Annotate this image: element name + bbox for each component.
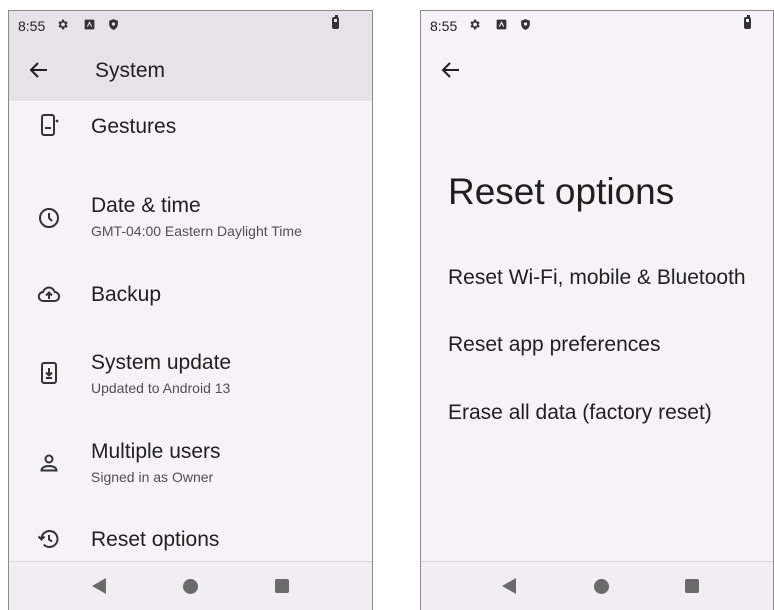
clock-icon — [39, 208, 59, 228]
list-item-multiple-users[interactable]: Multiple users Signed in as Owner — [9, 421, 372, 509]
list-item-title: Backup — [91, 283, 162, 306]
person-icon — [40, 454, 58, 472]
status-time: 8:55 — [18, 18, 46, 34]
nav-recents-button[interactable] — [275, 579, 289, 593]
list-item-subtitle: Signed in as Owner — [91, 469, 214, 485]
settings-gear-icon — [470, 19, 480, 30]
nav-back-button[interactable] — [502, 578, 516, 594]
nav-back-button[interactable] — [92, 578, 106, 594]
nav-home-button[interactable] — [594, 579, 609, 594]
status-bar: 8:55 — [9, 11, 372, 41]
battery-icon — [744, 15, 751, 29]
history-icon — [37, 530, 59, 548]
list-item-title: Reset options — [91, 528, 220, 551]
app-notification-icon — [496, 19, 507, 30]
list-item-subtitle: GMT-04:00 Eastern Daylight Time — [91, 223, 302, 239]
phone-gesture-icon — [41, 114, 59, 136]
reset-app-preferences-option[interactable]: Reset app preferences — [448, 333, 660, 357]
app-bar — [421, 41, 773, 101]
nav-home-button[interactable] — [183, 579, 198, 594]
system-update-icon — [41, 362, 57, 384]
list-item-gestures[interactable]: Gestures — [9, 101, 372, 171]
settings-gear-icon — [58, 19, 68, 30]
app-notification-icon — [84, 19, 95, 30]
list-item-date-time[interactable]: Date & time GMT-04:00 Eastern Daylight T… — [9, 171, 372, 261]
navigation-bar — [9, 561, 372, 610]
list-item-subtitle: Updated to Android 13 — [91, 380, 231, 396]
back-arrow-icon[interactable] — [27, 58, 51, 82]
cloud-upload-icon — [37, 286, 61, 303]
page-title: System — [95, 59, 166, 82]
battery-icon — [332, 15, 339, 29]
shield-icon — [521, 19, 530, 30]
status-time: 8:55 — [430, 18, 458, 34]
reset-options-screen: 8:55 Reset options Reset Wi-Fi, mobile &… — [420, 10, 774, 610]
list-item-reset-options[interactable]: Reset options — [9, 509, 372, 569]
app-bar: System — [9, 41, 372, 101]
back-arrow-icon[interactable] — [439, 58, 463, 82]
list-item-title: System update — [91, 351, 232, 374]
factory-reset-option[interactable]: Erase all data (factory reset) — [448, 401, 712, 425]
list-item-title: Date & time — [91, 194, 201, 217]
status-bar: 8:55 — [421, 11, 773, 41]
page-title: Reset options — [448, 171, 675, 212]
list-item-title: Multiple users — [91, 440, 221, 463]
system-settings-screen: 8:55 System Gestures Date & time GMT-04:… — [8, 10, 373, 610]
list-item-backup[interactable]: Backup — [9, 261, 372, 331]
shield-icon — [109, 19, 118, 30]
list-item-title: Gestures — [91, 115, 177, 138]
navigation-bar — [421, 561, 773, 610]
nav-recents-button[interactable] — [685, 579, 699, 593]
reset-network-option[interactable]: Reset Wi-Fi, mobile & Bluetooth — [448, 266, 746, 290]
list-item-system-update[interactable]: System update Updated to Android 13 — [9, 331, 372, 421]
